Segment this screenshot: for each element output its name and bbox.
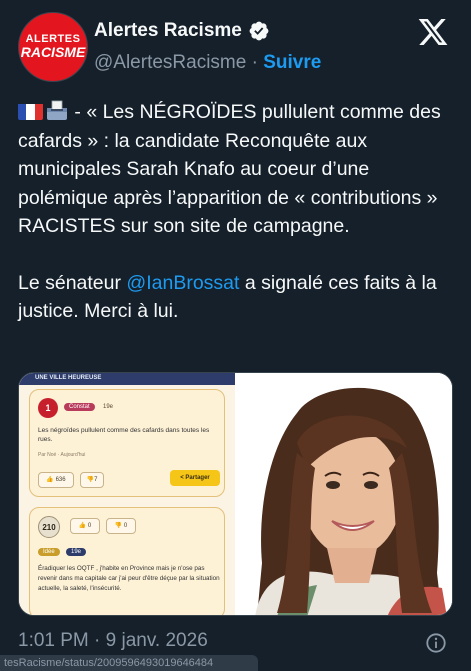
tag-district: 19e [66, 548, 87, 556]
tweet-text-line1: - « Les NÉGROÏDES pullulent comme des ca… [18, 101, 441, 237]
separator: · [251, 52, 258, 73]
french-flag-icon [18, 102, 43, 120]
tweet-paragraph-2: Le sénateur @IanBrossat a signalé ces fa… [18, 269, 453, 326]
display-name[interactable]: Alertes Racisme [94, 20, 242, 42]
name-row: Alertes Racisme [94, 20, 270, 42]
x-logo-icon[interactable] [417, 16, 449, 48]
media-image-portrait[interactable] [237, 373, 452, 615]
contribution-card-1: 1 Constat 19e Les négroïdes pullulent co… [29, 389, 225, 497]
tweet-timestamp[interactable]: 1:01 PM · 9 janv. 2026 [18, 630, 208, 652]
tweet-text-p2-before: Le sénateur [18, 271, 127, 294]
site-header-band: UNE VILLE HEUREUSE [19, 373, 235, 385]
downvote-pill: 👎 0 [106, 518, 136, 534]
tweet-paragraph-1: - « Les NÉGROÏDES pullulent comme des ca… [18, 98, 453, 241]
handle-row: @AlertesRacisme · Suivre [94, 52, 321, 74]
handle[interactable]: @AlertesRacisme [94, 52, 246, 73]
upvote-count: 636 [55, 477, 66, 483]
avatar-text-line2: RACISME [20, 44, 86, 60]
avatar[interactable]: ALERTES RACISME [18, 12, 88, 82]
tag-constat: Constat [64, 403, 95, 411]
media-grid[interactable]: UNE VILLE HEUREUSE 1 Constat 19e Les nég… [18, 372, 453, 616]
downvote-count: 7 [94, 477, 98, 483]
follow-button[interactable]: Suivre [263, 52, 321, 73]
status-url-bar: tesRacisme/status/2009596493019646484 [0, 655, 258, 671]
tweet-text: - « Les NÉGROÏDES pullulent comme des ca… [18, 98, 453, 326]
downvote-count: 0 [123, 523, 128, 529]
share-button: < Partager [170, 470, 220, 486]
score-badge: 210 [38, 516, 60, 538]
upvote-pill: 👍 636 [38, 472, 74, 488]
tag-district: 19e [103, 404, 114, 410]
rank-badge: 1 [38, 398, 58, 418]
contribution-card-2: 210 👍 0 👎 0 Idée 19e Éradiquer les OQTF … [29, 507, 225, 615]
upvote-count: 0 [87, 523, 92, 529]
contribution-text: Les négroïdes pullulent comme des cafard… [38, 427, 210, 443]
ballot-box-icon [47, 100, 67, 120]
mention-link[interactable]: @IanBrossat [126, 272, 239, 294]
site-header-label: UNE VILLE HEUREUSE [35, 375, 102, 381]
verified-badge-icon [249, 21, 269, 41]
upvote-pill: 👍 0 [70, 518, 100, 534]
downvote-pill: 👎7 [80, 472, 104, 488]
media-image-screenshot[interactable]: UNE VILLE HEUREUSE 1 Constat 19e Les nég… [19, 373, 235, 615]
tweet-header: ALERTES RACISME Alertes Racisme @Alertes… [18, 12, 455, 84]
portrait-photo [237, 373, 452, 615]
tag-idee: Idée [38, 548, 60, 556]
share-label: Partager [185, 475, 210, 481]
info-icon[interactable] [425, 632, 447, 654]
contribution-meta: Par Noé · Aujourd'hui [38, 452, 86, 458]
contribution-text: Éradiquer les OQTF , j'habite en Provinc… [38, 565, 220, 592]
